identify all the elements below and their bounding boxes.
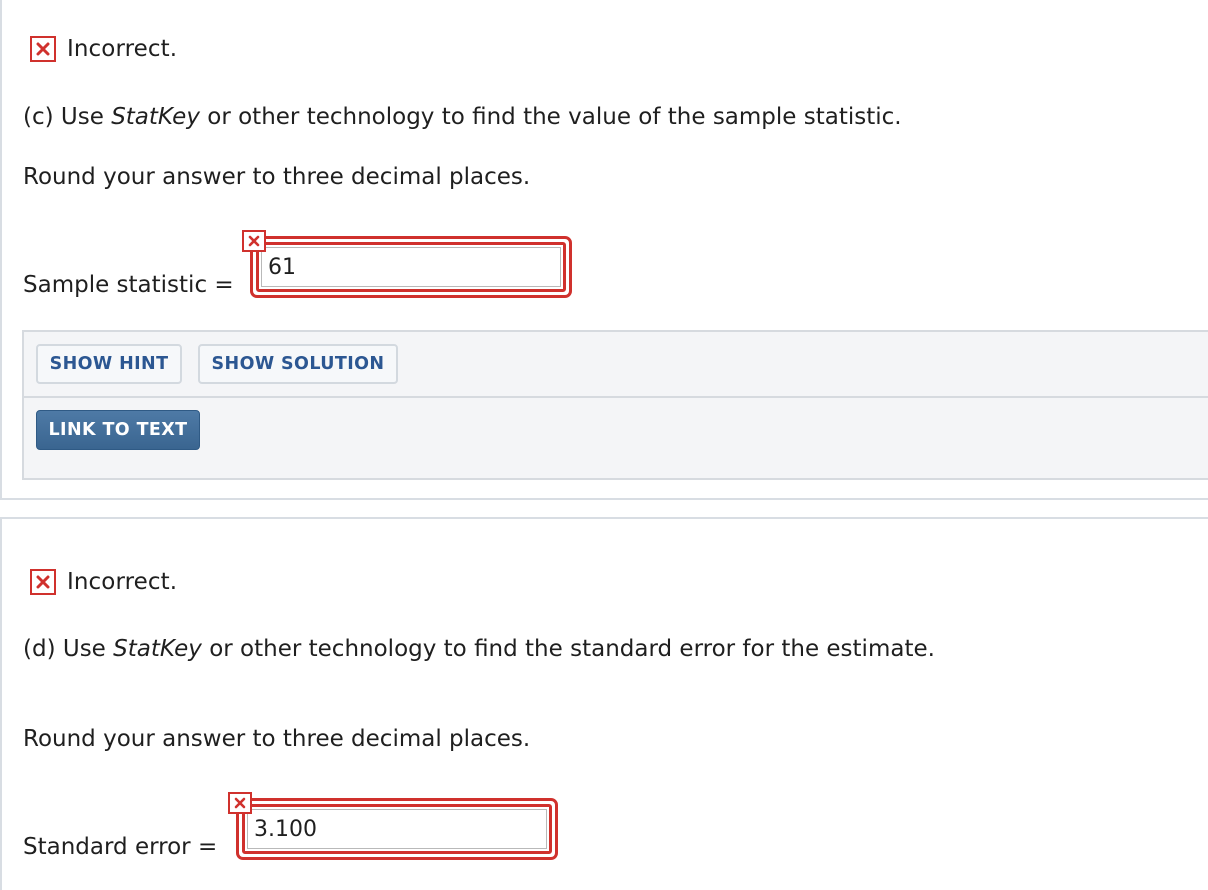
status-text: Incorrect. (67, 569, 178, 595)
standard-error-label: Standard error = (23, 834, 217, 860)
sample-statistic-answer-frame (250, 236, 572, 298)
incorrect-x-icon (228, 792, 252, 814)
rounding-instruction-c: Round your answer to three decimal place… (23, 164, 531, 190)
prompt-suffix: or other technology to find the value of… (199, 104, 902, 130)
statkey-emphasis: StatKey (111, 104, 200, 130)
panel-divider (24, 396, 1208, 398)
equals-sign: = (214, 272, 234, 298)
question-prompt-d: (d) Use StatKey or other technology to f… (23, 636, 935, 662)
question-container-border (0, 0, 2, 500)
sample-statistic-label: Sample statistic = (23, 272, 234, 298)
field-label-text: Standard error (23, 834, 191, 860)
equals-sign: = (197, 834, 218, 860)
incorrect-status: Incorrect. (30, 33, 177, 65)
question-container-border (0, 517, 2, 890)
page: Incorrect. (c) Use StatKey or other tech… (0, 0, 1208, 890)
prompt-suffix: or other technology to find the standard… (201, 636, 935, 662)
section-bottom-border (0, 498, 1208, 500)
incorrect-x-icon (30, 569, 56, 595)
link-to-text-button[interactable]: LINK TO TEXT (36, 410, 200, 450)
answer-inner-frame (242, 804, 552, 854)
show-hint-button[interactable]: SHOW HINT (36, 344, 182, 384)
sample-statistic-input[interactable] (261, 247, 561, 287)
standard-error-answer-frame (236, 798, 558, 860)
prompt-prefix: (c) Use (23, 104, 112, 130)
incorrect-status: Incorrect. (30, 566, 177, 598)
field-label-text: Sample statistic (23, 272, 208, 298)
rounding-instruction-d: Round your answer to three decimal place… (23, 726, 531, 752)
statkey-emphasis: StatKey (113, 636, 202, 662)
standard-error-input[interactable] (247, 809, 547, 849)
section-top-border (0, 517, 1208, 519)
question-prompt-c: (c) Use StatKey or other technology to f… (23, 104, 902, 130)
incorrect-x-icon (30, 36, 56, 62)
incorrect-x-icon (242, 230, 266, 252)
prompt-prefix: (d) Use (23, 636, 114, 662)
show-solution-button[interactable]: SHOW SOLUTION (198, 344, 398, 384)
status-text: Incorrect. (67, 36, 178, 62)
answer-inner-frame (256, 242, 566, 292)
